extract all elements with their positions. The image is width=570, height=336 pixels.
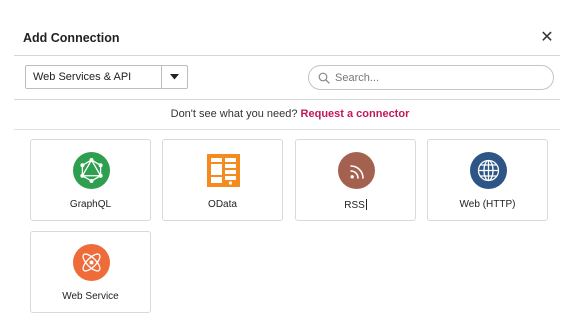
- request-connector-notice: Don't see what you need? Request a conne…: [0, 108, 570, 120]
- chevron-down-icon: [170, 74, 179, 80]
- connector-card-rss[interactable]: RSS: [295, 139, 416, 221]
- notice-text: Don't see what you need?: [170, 108, 298, 120]
- divider: [14, 99, 560, 100]
- globe-icon: [470, 152, 507, 189]
- connector-card-odata[interactable]: OData: [162, 139, 283, 221]
- connector-label: RSS: [296, 199, 415, 211]
- odata-icon: [207, 154, 240, 187]
- category-select[interactable]: Web Services & API: [25, 65, 188, 89]
- search-input[interactable]: [335, 69, 535, 86]
- dialog-title: Add Connection: [23, 31, 120, 45]
- search-box[interactable]: [308, 65, 554, 90]
- dropdown-button[interactable]: [161, 66, 187, 88]
- connector-label-text: RSS: [344, 200, 365, 211]
- divider: [14, 129, 560, 130]
- connector-label: GraphQL: [69, 199, 112, 210]
- graphql-icon: [73, 152, 110, 189]
- divider: [14, 55, 560, 56]
- connector-label: Web Service: [62, 291, 119, 302]
- add-connection-dialog: Add Connection ✕ Web Services & API Don'…: [0, 0, 570, 336]
- rss-icon: [338, 152, 375, 189]
- connector-label: OData: [208, 199, 237, 210]
- category-select-value: Web Services & API: [33, 71, 132, 83]
- connector-card-graphql[interactable]: GraphQL: [30, 139, 151, 221]
- connector-card-web-http[interactable]: Web (HTTP): [427, 139, 548, 221]
- connector-label: Web (HTTP): [459, 199, 516, 210]
- close-icon[interactable]: ✕: [539, 29, 555, 47]
- request-connector-link[interactable]: Request a connector: [301, 108, 410, 120]
- atom-icon: [73, 244, 110, 281]
- search-icon: [318, 72, 330, 84]
- connector-card-web-service[interactable]: Web Service: [30, 231, 151, 313]
- text-caret: [365, 199, 367, 210]
